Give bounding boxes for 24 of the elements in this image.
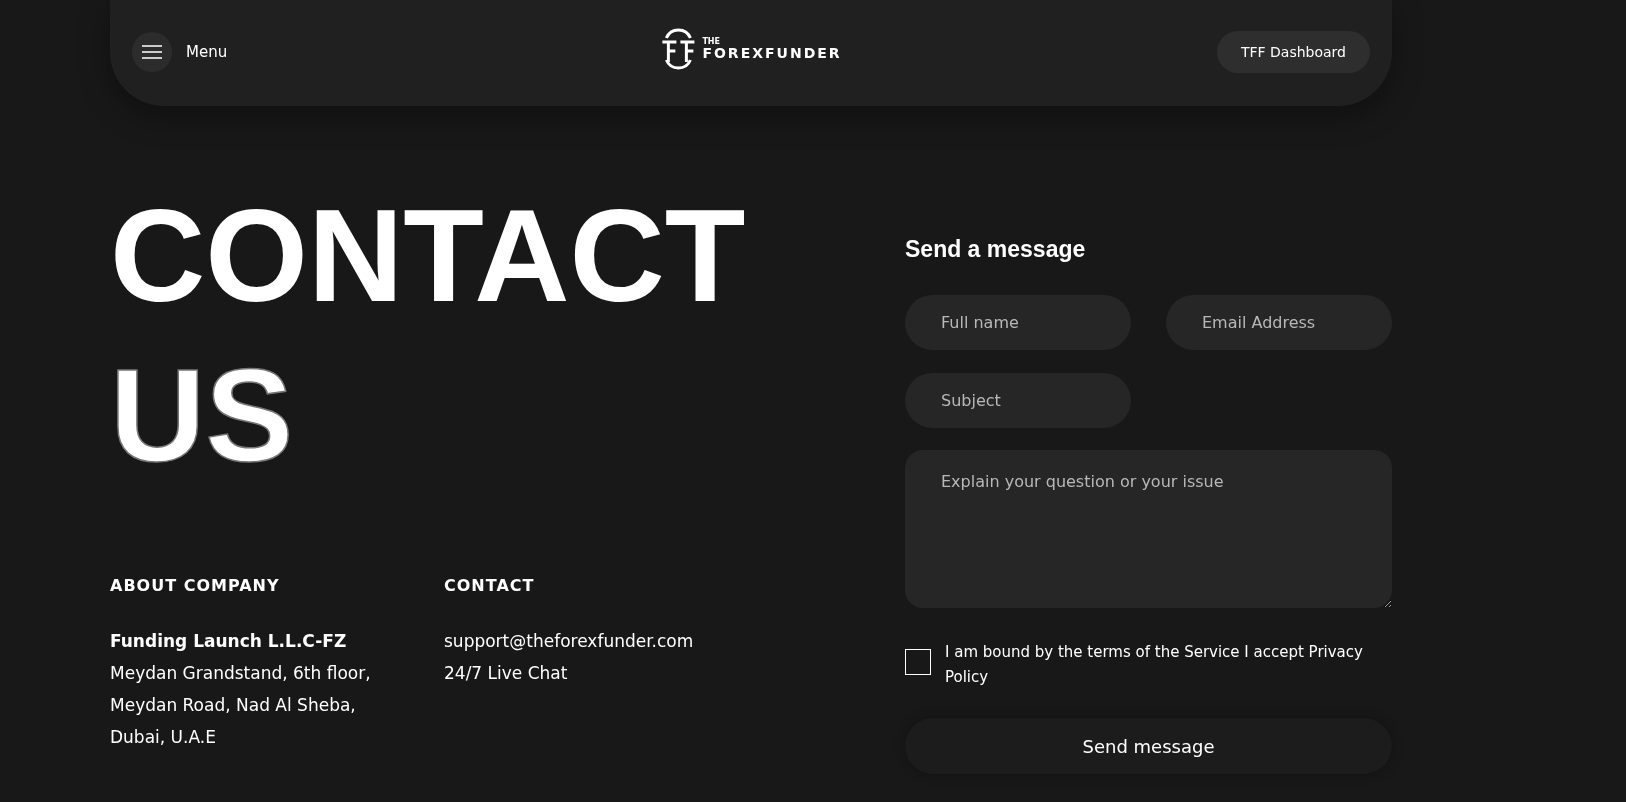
input-field[interactable]: Subject <box>905 373 1131 428</box>
dashboard-button[interactable]: TFF Dashboard <box>1216 31 1370 73</box>
address-line: Meydan Grandstand, 6th floor, <box>110 662 372 685</box>
company-name: Funding Launch L.L.C-FZ <box>110 630 348 653</box>
input-field[interactable]: Email Address <box>1166 295 1392 350</box>
hero-title: US <box>110 342 294 489</box>
section-heading: ABOUT COMPANY <box>110 576 281 595</box>
input-field[interactable]: Full name <box>905 295 1131 350</box>
address-line: Meydan Road, Nad Al Sheba, <box>110 694 357 717</box>
consent-label: I am bound by the terms of the Service I accept Privacy Policy <box>945 642 1364 688</box>
message-field[interactable]: Explain your question or your issue <box>905 450 1392 608</box>
contact-line: 24/7 Live Chat <box>444 662 569 685</box>
logo-icon <box>660 26 697 72</box>
hero-title: CONTACT <box>110 182 746 329</box>
contact-line: support@theforexfunder.com <box>444 630 695 653</box>
menu-label[interactable]: Menu <box>186 43 228 61</box>
logo-text: THE <box>702 38 721 46</box>
menu-icon[interactable] <box>132 32 172 72</box>
checkbox[interactable] <box>905 649 931 675</box>
form-title: Send a message <box>905 236 1087 263</box>
section-heading: CONTACT <box>444 576 536 595</box>
address-line: Dubai, U.A.E <box>110 726 217 749</box>
send-button[interactable]: Send message <box>905 718 1392 774</box>
logo-wordmark: FOREXFUNDER <box>702 46 842 60</box>
